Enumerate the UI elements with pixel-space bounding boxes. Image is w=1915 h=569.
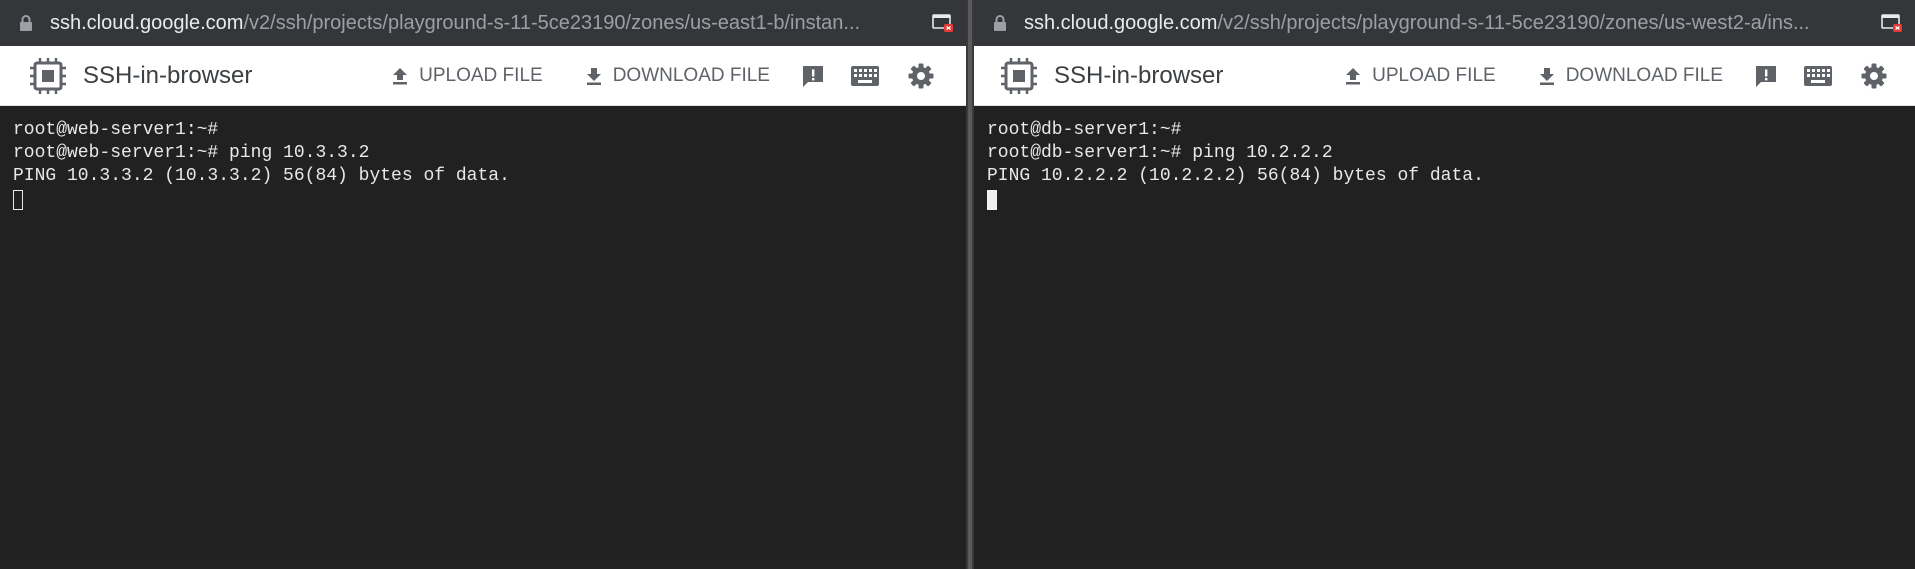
address-bar[interactable]: ssh.cloud.google.com/v2/ssh/projects/pla… <box>974 0 1915 46</box>
url-path: /v2/ssh/projects/playground-s-11-5ce2319… <box>243 11 861 34</box>
ssh-window-right: ssh.cloud.google.com/v2/ssh/projects/pla… <box>974 0 1915 569</box>
settings-button[interactable] <box>906 61 936 91</box>
feedback-button[interactable] <box>798 61 828 91</box>
upload-file-label: UPLOAD FILE <box>419 64 543 86</box>
ssh-toolbar: SSH-in-browser UPLOAD FILE DOWNLOAD FILE <box>0 46 966 106</box>
url-path: /v2/ssh/projects/playground-s-11-5ce2319… <box>1217 11 1810 34</box>
keyboard-icon <box>851 65 879 86</box>
terminal-line: root@web-server1:~# <box>13 120 219 140</box>
compute-chip-icon <box>1001 57 1037 94</box>
ssh-window-left: ssh.cloud.google.com/v2/ssh/projects/pla… <box>0 0 966 569</box>
gear-icon <box>908 63 934 88</box>
download-icon <box>586 67 601 85</box>
terminal-output[interactable]: root@db-server1:~# root@db-server1:~# pi… <box>974 106 1915 211</box>
upload-icon <box>393 67 408 84</box>
divider-grip[interactable] <box>968 0 972 569</box>
open-in-app-icon[interactable] <box>1881 13 1903 33</box>
url-text: ssh.cloud.google.com/v2/ssh/projects/pla… <box>1024 12 1861 35</box>
upload-file-button[interactable]: UPLOAD FILE <box>389 65 543 87</box>
gear-icon <box>1861 63 1887 88</box>
download-file-label: DOWNLOAD FILE <box>1565 64 1723 86</box>
terminal-line: root@db-server1:~# <box>987 120 1182 140</box>
address-bar[interactable]: ssh.cloud.google.com/v2/ssh/projects/pla… <box>0 0 966 46</box>
keyboard-button[interactable] <box>1803 61 1833 91</box>
app-title: SSH-in-browser <box>1054 61 1224 89</box>
feedback-button[interactable] <box>1751 61 1781 91</box>
url-text: ssh.cloud.google.com/v2/ssh/projects/pla… <box>50 12 912 35</box>
keyboard-button[interactable] <box>850 61 880 91</box>
download-file-button[interactable]: DOWNLOAD FILE <box>1536 65 1723 87</box>
app-title: SSH-in-browser <box>83 61 253 89</box>
lock-icon <box>994 15 1006 31</box>
url-domain: ssh.cloud.google.com <box>1024 11 1218 34</box>
url-domain: ssh.cloud.google.com <box>50 11 244 34</box>
lock-icon <box>20 15 32 31</box>
download-file-label: DOWNLOAD FILE <box>612 64 770 86</box>
terminal-line: root@db-server1:~# ping 10.2.2.2 <box>987 143 1333 163</box>
terminal-line: root@web-server1:~# ping 10.3.3.2 <box>13 143 370 163</box>
keyboard-icon <box>1804 65 1832 86</box>
terminal-cursor <box>987 190 997 210</box>
download-icon <box>1539 67 1554 85</box>
feedback-icon <box>1756 65 1776 87</box>
upload-file-label: UPLOAD FILE <box>1372 64 1496 86</box>
settings-button[interactable] <box>1859 61 1889 91</box>
upload-icon <box>1346 67 1361 84</box>
open-in-app-icon[interactable] <box>932 13 954 33</box>
compute-chip-icon <box>30 57 66 94</box>
terminal-cursor <box>13 190 23 210</box>
upload-file-button[interactable]: UPLOAD FILE <box>1342 65 1496 87</box>
feedback-icon <box>803 65 823 87</box>
terminal-line: PING 10.3.3.2 (10.3.3.2) 56(84) bytes of… <box>13 166 510 186</box>
terminal-line: PING 10.2.2.2 (10.2.2.2) 56(84) bytes of… <box>987 166 1484 186</box>
terminal-output[interactable]: root@web-server1:~# root@web-server1:~# … <box>0 106 966 211</box>
ssh-toolbar: SSH-in-browser UPLOAD FILE DOWNLOAD FILE <box>974 46 1915 106</box>
download-file-button[interactable]: DOWNLOAD FILE <box>583 65 770 87</box>
pane-divider[interactable] <box>966 0 974 569</box>
